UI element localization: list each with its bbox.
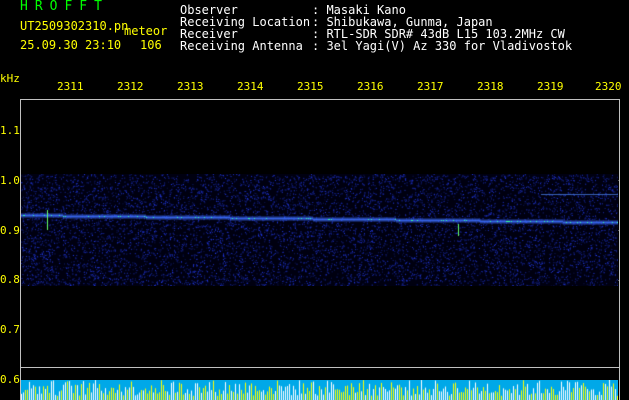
y-tick: 1.0 <box>0 174 20 187</box>
x-tick: 2313 <box>177 80 204 93</box>
unit-label: kHz <box>0 72 20 85</box>
x-tick: 2319 <box>537 80 564 93</box>
plot-baseline <box>20 367 620 368</box>
x-tick: 2318 <box>477 80 504 93</box>
file-name: UT2509302310.pn <box>20 19 129 33</box>
y-tick: 1.1 <box>0 124 20 137</box>
y-tick: 0.6 <box>0 373 20 386</box>
x-tick: 2315 <box>297 80 324 93</box>
antenna-value: : 3el Yagi(V) Az 330 for Vladivostok <box>312 39 573 53</box>
antenna-label: Receiving Antenna <box>180 39 303 53</box>
mode-label: meteor <box>124 24 168 38</box>
y-tick: 0.7 <box>0 323 20 336</box>
signal-level-spikes <box>21 380 618 400</box>
app-title: HROFFT <box>20 0 109 14</box>
datetime: 25.09.30 23:10 <box>20 38 122 52</box>
detection-count: 106 <box>140 38 162 52</box>
x-tick: 2320 <box>595 80 622 93</box>
y-tick: 0.9 <box>0 224 20 237</box>
x-tick: 2316 <box>357 80 384 93</box>
y-tick: 0.8 <box>0 273 20 286</box>
x-tick: 2311 <box>57 80 84 93</box>
spectrogram-signal <box>21 174 618 286</box>
signal-level-bar <box>21 380 618 400</box>
x-tick: 2317 <box>417 80 444 93</box>
x-tick: 2314 <box>237 80 264 93</box>
x-tick: 2312 <box>117 80 144 93</box>
